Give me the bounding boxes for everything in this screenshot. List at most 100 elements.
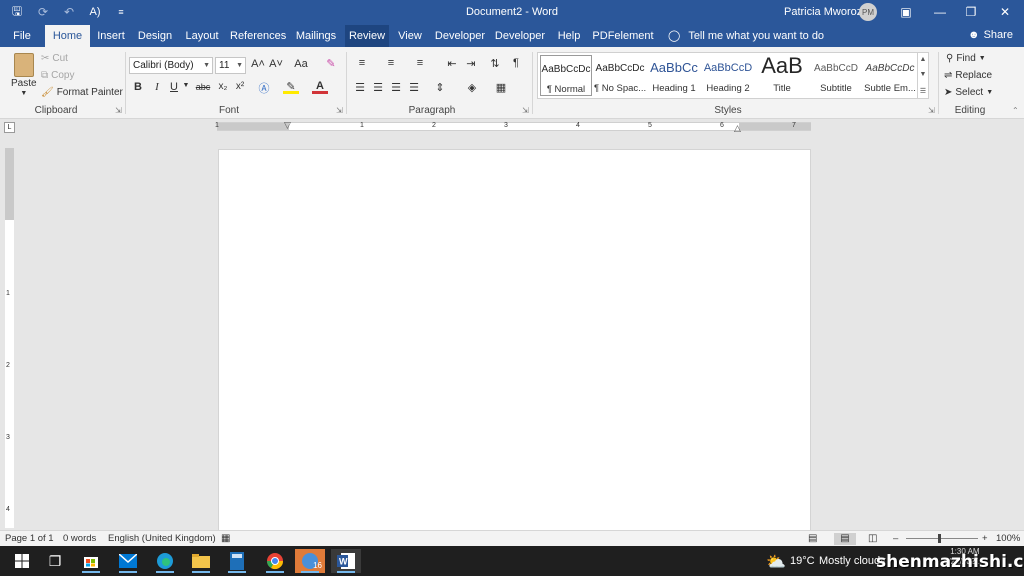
increase-indent-icon[interactable]: ⇥	[463, 57, 479, 70]
document-page[interactable]	[218, 149, 811, 533]
font-name-combo[interactable]: Calibri (Body) ▼	[129, 57, 213, 74]
page-count[interactable]: Page 1 of 1	[5, 533, 54, 544]
text-effects-icon[interactable]: Ⓐ	[256, 80, 272, 96]
format-painter-button[interactable]: 🖌 Format Painter	[41, 87, 123, 98]
tab-view[interactable]: View	[394, 25, 426, 47]
tab-file[interactable]: File	[4, 25, 40, 47]
font-color-icon[interactable]: A	[312, 80, 328, 94]
web-layout-icon[interactable]: ◫	[868, 533, 877, 544]
numbering-icon[interactable]: ≡	[383, 57, 399, 69]
style-normal[interactable]: AaBbCcDc ¶ Normal	[540, 55, 592, 96]
tab-developer[interactable]: Developer	[433, 25, 487, 47]
share-button[interactable]: ☻ Share	[968, 29, 1013, 41]
styles-launcher-icon[interactable]: ⇲	[928, 106, 935, 115]
highlight-icon[interactable]: ✎	[283, 80, 299, 94]
tab-design[interactable]: Design	[136, 25, 174, 47]
tell-me-search[interactable]: ◯ Tell me what you want to do	[668, 29, 824, 43]
file-explorer-icon[interactable]	[186, 549, 216, 573]
clear-formatting-icon[interactable]: ✎	[323, 57, 339, 70]
weather-icon[interactable]: ⛅	[766, 552, 786, 572]
shrink-font-button[interactable]: A˅	[268, 58, 284, 70]
right-indent-icon[interactable]: △	[734, 123, 741, 134]
user-name[interactable]: Patricia Mworozi	[784, 6, 865, 18]
mail-icon[interactable]	[113, 549, 143, 573]
tab-layout[interactable]: Layout	[183, 25, 221, 47]
indent-marker-icon[interactable]: ▽	[284, 120, 291, 131]
bold-button[interactable]: B	[130, 81, 146, 93]
style-subtle-emphasis[interactable]: AaBbCcDc Subtle Em...	[864, 55, 916, 96]
tab-pdfelement[interactable]: PDFelement	[592, 25, 654, 47]
chevron-up-icon[interactable]: ▲	[920, 56, 927, 63]
borders-icon[interactable]: ▦	[493, 81, 509, 94]
italic-button[interactable]: I	[149, 81, 165, 93]
read-mode-icon[interactable]: ▤	[808, 533, 817, 544]
zoom-slider-thumb[interactable]	[938, 534, 941, 543]
close-icon[interactable]: ✕	[992, 2, 1018, 22]
find-button[interactable]: ⚲ Find ▼	[946, 53, 986, 64]
horizontal-ruler[interactable]: 1 1 2 3 4 5 6 7 ▽ △	[215, 120, 811, 134]
style-title[interactable]: AaB Title	[756, 53, 808, 96]
show-paragraph-marks-icon[interactable]: ¶	[508, 57, 524, 69]
restore-icon[interactable]: ❐	[958, 2, 984, 22]
sort-icon[interactable]: ⇅	[487, 57, 503, 70]
multilevel-list-icon[interactable]: ≡	[412, 57, 428, 69]
align-center-icon[interactable]: ☰	[370, 81, 386, 94]
strikethrough-button[interactable]: abc	[193, 82, 213, 92]
style-no-spacing[interactable]: AaBbCcDc ¶ No Spac...	[594, 55, 646, 96]
temperature[interactable]: 19°C	[790, 555, 815, 567]
edge-icon[interactable]	[150, 549, 180, 573]
macro-recording-icon[interactable]: ▦	[221, 533, 230, 544]
ribbon-display-options-icon[interactable]: ▣	[893, 2, 919, 22]
shading-icon[interactable]: ◈	[464, 81, 480, 94]
subscript-button[interactable]: x₂	[215, 81, 231, 92]
zoom-slider[interactable]	[906, 538, 978, 539]
tab-help[interactable]: Help	[553, 25, 585, 47]
vertical-ruler[interactable]: 1 2 3 4	[5, 148, 14, 528]
word-app-icon[interactable]: W	[331, 549, 361, 573]
style-heading-2[interactable]: AaBbCcD Heading 2	[702, 55, 754, 96]
clipboard-launcher-icon[interactable]: ⇲	[115, 106, 122, 115]
align-right-icon[interactable]: ☰	[388, 81, 404, 94]
more-styles-icon[interactable]: ☰	[920, 87, 926, 95]
cut-button[interactable]: ✂ Cut	[41, 53, 68, 64]
calculator-icon[interactable]	[222, 549, 252, 573]
chevron-down-icon[interactable]: ▼	[178, 82, 194, 89]
align-left-icon[interactable]: ☰	[352, 81, 368, 94]
word-count[interactable]: 0 words	[63, 533, 96, 544]
zoom-in-button[interactable]: +	[982, 533, 988, 544]
store-icon[interactable]	[76, 549, 106, 573]
grow-font-button[interactable]: A˄	[250, 58, 266, 70]
tab-review[interactable]: Review	[345, 25, 389, 47]
zoom-out-button[interactable]: –	[893, 533, 898, 544]
paste-button[interactable]: Paste ▼	[11, 53, 37, 97]
language[interactable]: English (United Kingdom)	[108, 533, 216, 544]
task-view-icon[interactable]: ❐	[40, 549, 70, 573]
minimize-icon[interactable]: —	[927, 2, 953, 22]
bullets-icon[interactable]: ≡	[354, 57, 370, 69]
avatar[interactable]: PM	[859, 3, 877, 21]
justify-icon[interactable]: ☰	[406, 81, 422, 94]
tab-selector[interactable]: L	[4, 122, 15, 133]
tab-mailings[interactable]: Mailings	[294, 25, 338, 47]
chevron-down-icon[interactable]: ▼	[920, 71, 927, 78]
print-layout-icon[interactable]: ▤	[834, 533, 856, 545]
tab-developer-2[interactable]: Developer	[493, 25, 547, 47]
copy-button[interactable]: ⧉ Copy	[41, 70, 75, 81]
font-launcher-icon[interactable]: ⇲	[336, 106, 343, 115]
chrome-icon[interactable]	[260, 549, 290, 573]
tab-home[interactable]: Home	[45, 25, 90, 47]
paragraph-launcher-icon[interactable]: ⇲	[522, 106, 529, 115]
styles-gallery-scroll[interactable]: ▲ ▼ ☰	[917, 52, 928, 99]
windows-start-icon[interactable]	[7, 549, 37, 573]
tab-references[interactable]: References	[230, 25, 286, 47]
font-size-combo[interactable]: 11 ▼	[215, 57, 246, 74]
line-spacing-icon[interactable]: ⇕	[432, 81, 448, 94]
change-case-button[interactable]: Aa	[290, 58, 312, 70]
style-subtitle[interactable]: AaBbCcD Subtitle	[810, 55, 862, 96]
zoom-level[interactable]: 100%	[996, 533, 1020, 544]
chrome-profile-icon[interactable]: 16	[295, 549, 325, 573]
superscript-button[interactable]: x²	[232, 81, 248, 92]
style-heading-1[interactable]: AaBbCc Heading 1	[648, 55, 700, 96]
replace-button[interactable]: ⇌ Replace	[944, 70, 992, 81]
select-button[interactable]: ➤ Select ▼	[944, 87, 993, 98]
